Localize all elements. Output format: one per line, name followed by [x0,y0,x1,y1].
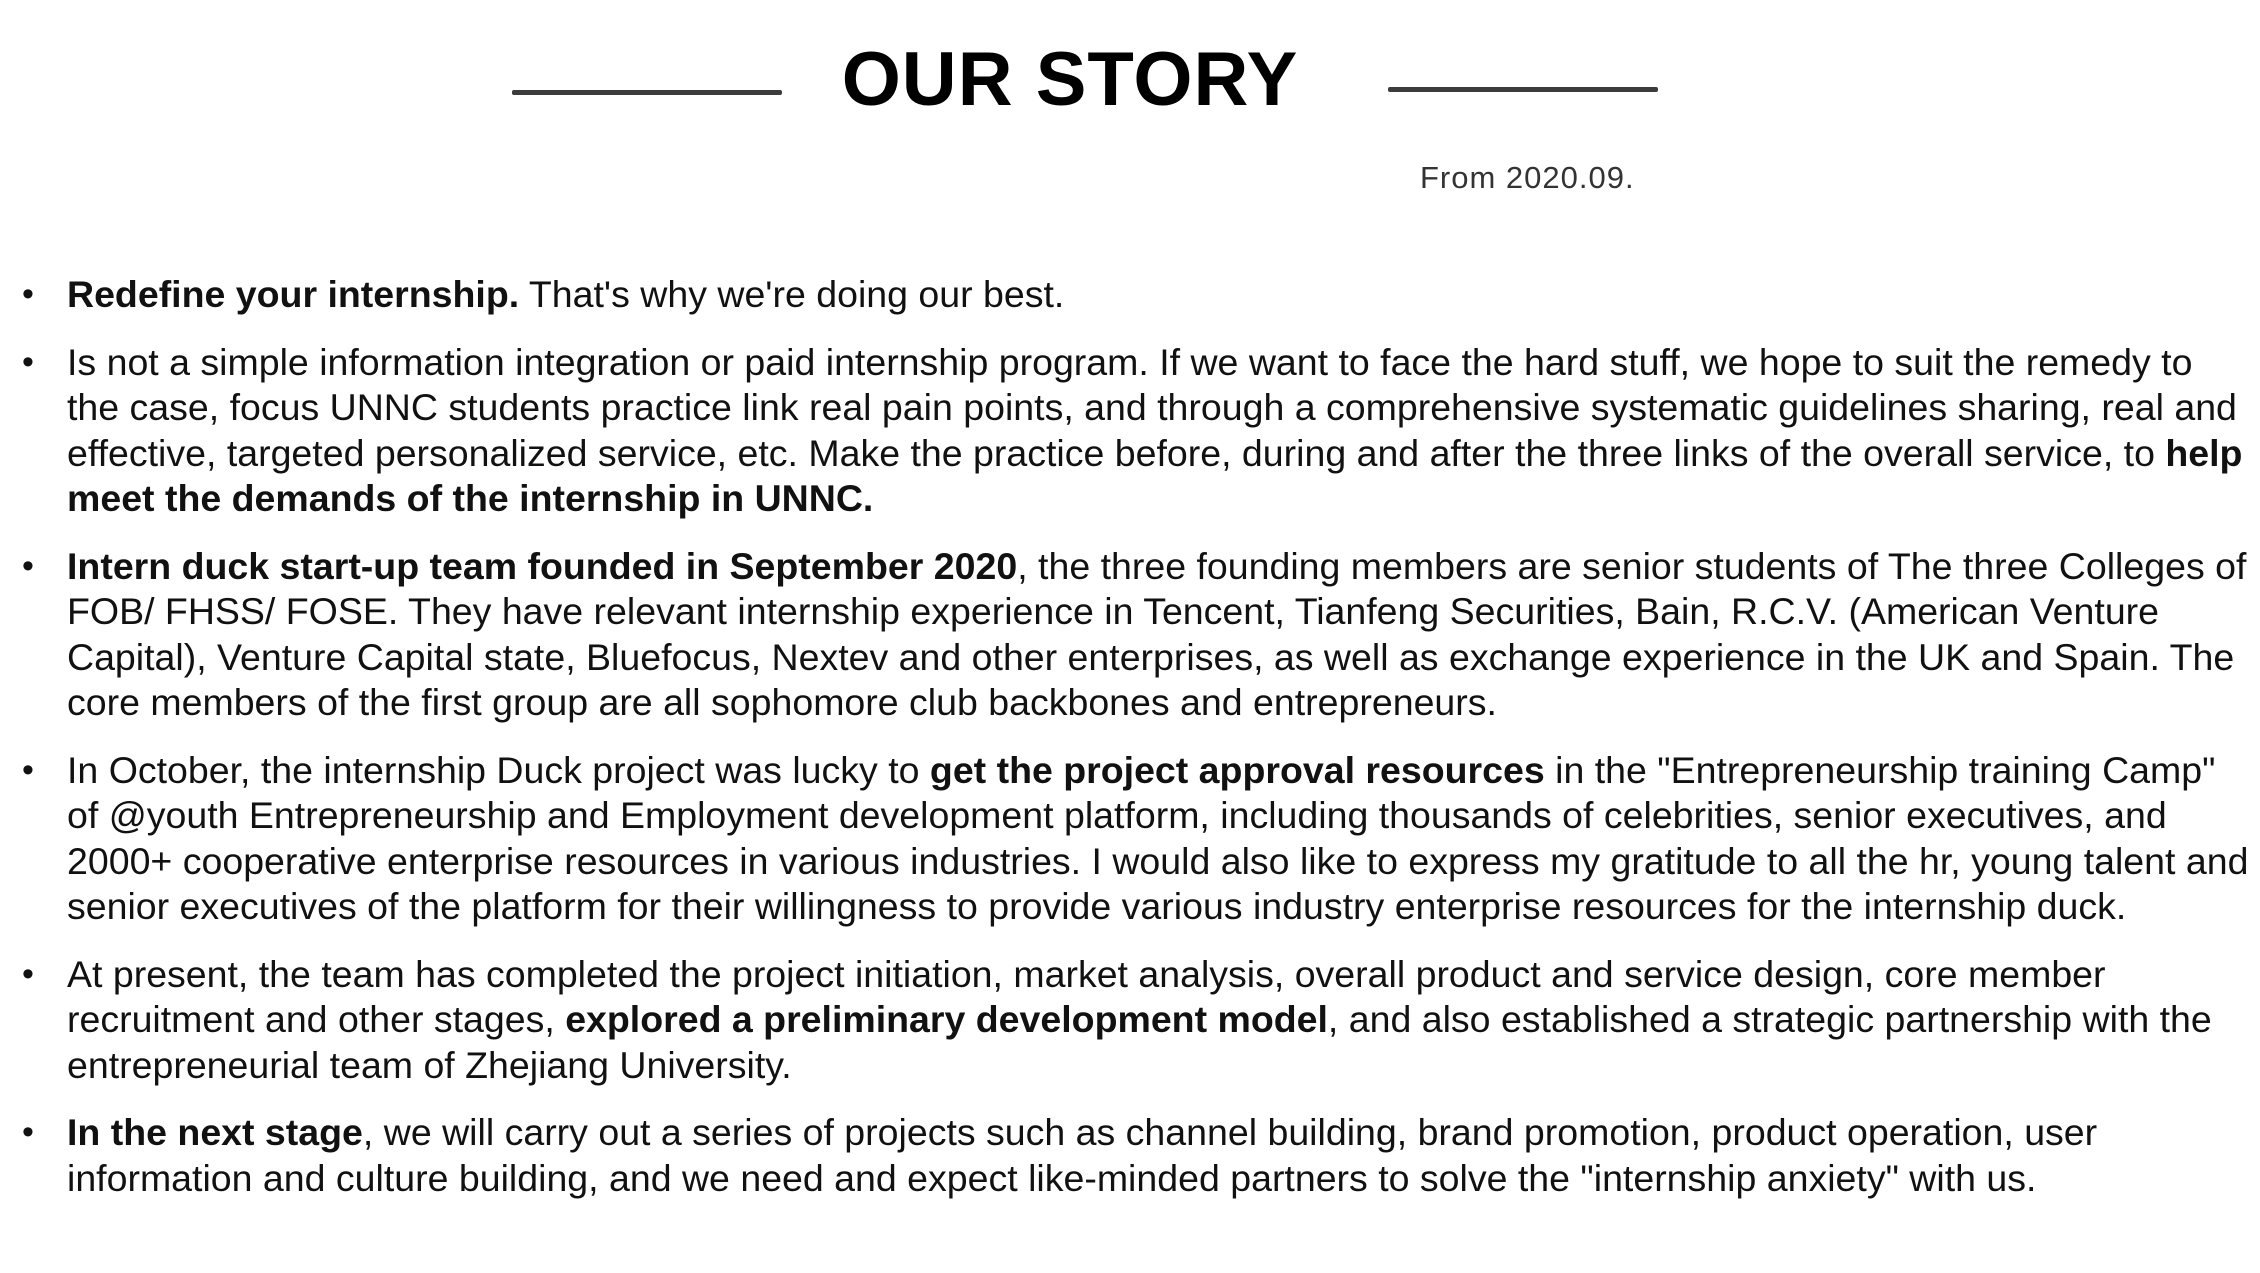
bullet-item-team: • Intern duck start-up team founded in S… [0,544,2260,726]
date-subtitle: From 2020.09. [1420,160,1635,195]
title-divider-left [512,90,782,95]
bullet-text-bold: get the project approval resources [929,748,1545,791]
bullet-dot-icon: • [22,954,34,993]
bullet-text-bold: Redefine your internship. [67,273,520,315]
bullet-item-next-stage: • In the next stage, we will carry out a… [0,1110,2260,1201]
bullet-item-present: • At present, the team has completed the… [0,952,2260,1089]
bullet-dot-icon: • [22,546,34,585]
bullet-item-redefine: • Redefine your internship. That's why w… [0,272,2260,318]
bullet-dot-icon: • [22,1113,34,1151]
page-title: OUR STORY [841,37,1299,122]
bullet-text: That's why we're doing our best. [519,273,1065,315]
story-bullet-list: • Redefine your internship. That's why w… [0,272,2260,1223]
title-row: OUR STORY [0,30,2260,130]
bullet-dot-icon: • [22,342,34,381]
bullet-text: In October, the internship Duck project … [67,748,930,791]
bullet-dot-icon: • [22,275,34,313]
bullet-text: Is not a simple information integration … [67,340,2237,474]
bullet-text-bold: In the next stage [67,1111,363,1153]
bullet-text-bold: Intern duck start-up team founded in Sep… [67,544,1018,587]
bullet-dot-icon: • [22,750,34,789]
title-divider-right [1388,87,1658,92]
bullet-text: , we will carry out a series of projects… [67,1111,2098,1199]
bullet-item-mission: • Is not a simple information integratio… [0,340,2260,522]
bullet-item-october: • In October, the internship Duck projec… [0,748,2260,930]
bullet-text-bold: explored a preliminary development model [565,998,1328,1040]
